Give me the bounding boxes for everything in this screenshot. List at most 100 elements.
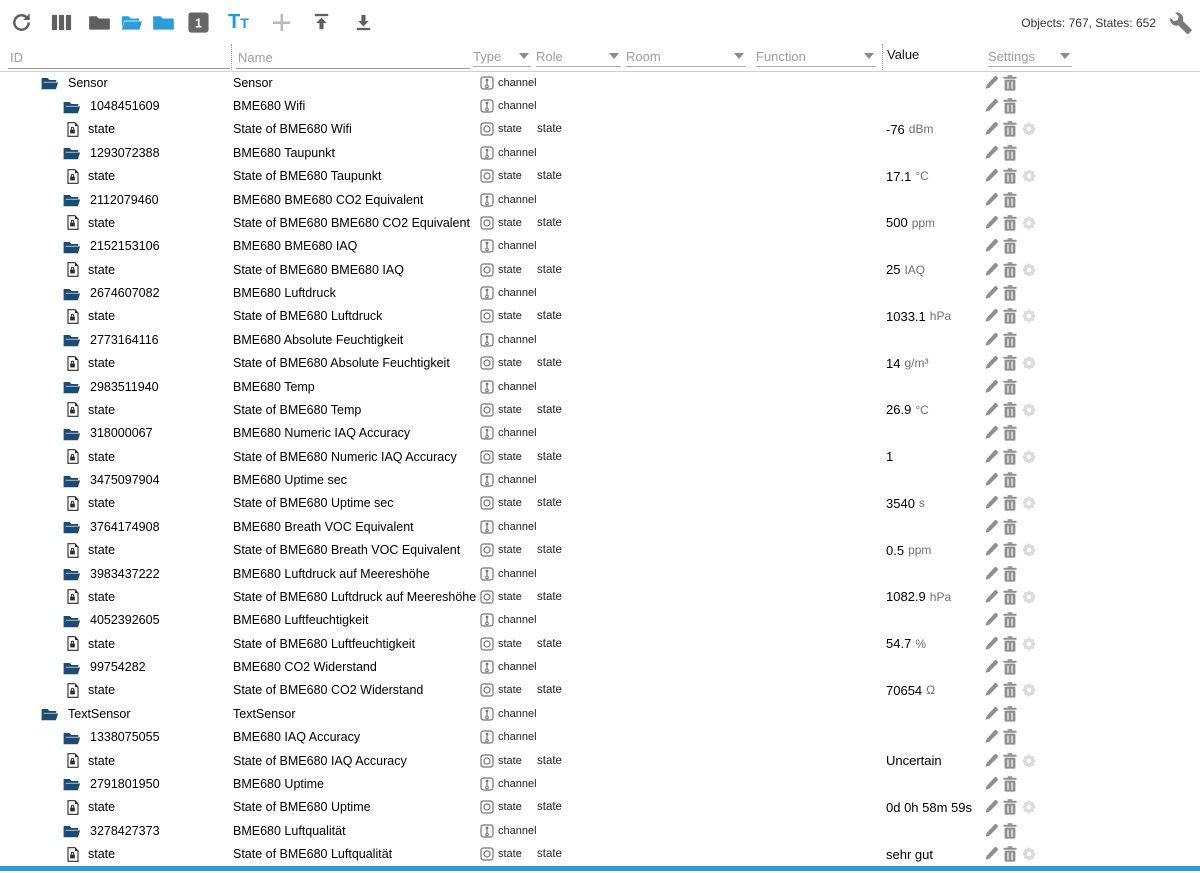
delete-icon[interactable] [1001,424,1019,442]
delete-icon[interactable] [1001,284,1019,302]
settings-gear-icon[interactable] [1020,120,1038,138]
delete-icon[interactable] [1001,518,1019,536]
tree-node[interactable]: 2112079460 [0,188,159,211]
tree-node[interactable]: 99754282 [0,655,146,678]
delete-icon[interactable] [1001,541,1019,559]
delete-icon[interactable] [1001,681,1019,699]
tree-node[interactable]: state [0,398,115,421]
settings-gear-icon[interactable] [1020,401,1038,419]
settings-column-select[interactable]: Settings [988,46,1072,67]
refresh-icon[interactable] [10,11,33,34]
settings-gear-icon[interactable] [1020,752,1038,770]
delete-icon[interactable] [1001,307,1019,325]
delete-icon[interactable] [1001,658,1019,676]
wrench-icon[interactable] [1166,8,1194,36]
edit-icon[interactable] [982,237,1000,255]
settings-gear-icon[interactable] [1020,588,1038,606]
download-icon[interactable] [352,11,375,34]
delete-icon[interactable] [1001,775,1019,793]
tree-node[interactable]: 2773164116 [0,328,159,351]
settings-gear-icon[interactable] [1020,354,1038,372]
edit-icon[interactable] [982,705,1000,723]
edit-icon[interactable] [982,284,1000,302]
tree-node[interactable]: 1048451609 [0,94,160,117]
tree-node[interactable]: 3278427373 [0,819,160,842]
edit-icon[interactable] [982,611,1000,629]
delete-icon[interactable] [1001,705,1019,723]
edit-icon[interactable] [982,74,1000,92]
delete-icon[interactable] [1001,237,1019,255]
delete-icon[interactable] [1001,635,1019,653]
delete-icon[interactable] [1001,588,1019,606]
edit-icon[interactable] [982,798,1000,816]
delete-icon[interactable] [1001,167,1019,185]
edit-icon[interactable] [982,494,1000,512]
tree-node[interactable]: TextSensor [0,702,131,725]
folder-open-icon[interactable] [120,11,143,34]
edit-icon[interactable] [982,261,1000,279]
tree-node[interactable]: 3764174908 [0,515,160,538]
settings-gear-icon[interactable] [1020,845,1038,863]
edit-icon[interactable] [982,120,1000,138]
edit-icon[interactable] [982,845,1000,863]
edit-icon[interactable] [982,191,1000,209]
name-filter-input[interactable] [236,46,470,69]
delete-icon[interactable] [1001,354,1019,372]
tree-node[interactable]: state [0,842,115,865]
edit-icon[interactable] [982,822,1000,840]
edit-icon[interactable] [982,752,1000,770]
tree-node[interactable]: state [0,118,115,141]
tree-node[interactable]: state [0,585,115,608]
expand-level-1-icon[interactable]: 1 [187,11,210,34]
edit-icon[interactable] [982,681,1000,699]
settings-gear-icon[interactable] [1020,635,1038,653]
edit-icon[interactable] [982,728,1000,746]
edit-icon[interactable] [982,401,1000,419]
delete-icon[interactable] [1001,331,1019,349]
delete-icon[interactable] [1001,120,1019,138]
tree-node[interactable]: state [0,492,115,515]
edit-icon[interactable] [982,167,1000,185]
edit-icon[interactable] [982,635,1000,653]
edit-icon[interactable] [982,331,1000,349]
scrollbar-horizontal[interactable] [0,866,1200,871]
delete-icon[interactable] [1001,728,1019,746]
tree-node[interactable]: 3475097904 [0,468,160,491]
tree-node[interactable]: 318000067 [0,422,153,445]
tree-node[interactable]: 1338075055 [0,726,160,749]
delete-icon[interactable] [1001,822,1019,840]
edit-icon[interactable] [982,307,1000,325]
delete-icon[interactable] [1001,798,1019,816]
tree-node[interactable]: state [0,679,115,702]
tree-node[interactable]: state [0,305,115,328]
edit-icon[interactable] [982,518,1000,536]
delete-icon[interactable] [1001,191,1019,209]
function-filter-select[interactable]: Function [756,46,876,67]
tree-node[interactable]: 4052392605 [0,609,160,632]
tree-node[interactable]: state [0,796,115,819]
delete-icon[interactable] [1001,214,1019,232]
edit-icon[interactable] [982,658,1000,676]
delete-icon[interactable] [1001,845,1019,863]
tree-node[interactable]: 2674607082 [0,281,160,304]
folder-closed-icon[interactable] [88,11,111,34]
tree-node[interactable]: state [0,258,115,281]
delete-icon[interactable] [1001,565,1019,583]
delete-icon[interactable] [1001,97,1019,115]
upload-icon[interactable] [310,11,333,34]
folder-closed-blue-icon[interactable] [152,11,175,34]
edit-icon[interactable] [982,541,1000,559]
edit-icon[interactable] [982,565,1000,583]
tree-node[interactable]: 1293072388 [0,141,160,164]
settings-gear-icon[interactable] [1020,214,1038,232]
tree-node[interactable]: state [0,632,115,655]
tree-node[interactable]: state [0,165,115,188]
type-filter-select[interactable]: Type [473,46,531,67]
edit-icon[interactable] [982,448,1000,466]
text-size-icon[interactable]: TT [228,9,258,35]
tree-node[interactable]: state [0,539,115,562]
delete-icon[interactable] [1001,611,1019,629]
tree-node[interactable]: 3983437222 [0,562,160,585]
tree-node[interactable]: state [0,445,115,468]
room-filter-select[interactable]: Room [626,46,746,67]
